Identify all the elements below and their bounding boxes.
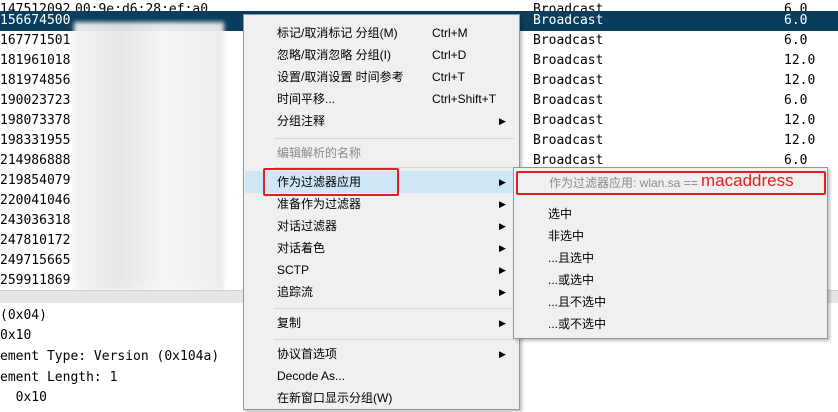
menu-item-label: 对话着色 bbox=[277, 241, 326, 255]
packet-time: 249715665 bbox=[0, 253, 71, 268]
packet-rate: 6.0 bbox=[784, 33, 808, 48]
submenu-item-selected[interactable]: 选中 bbox=[514, 203, 827, 225]
menu-item-protocol-preferences[interactable]: 协议首选项 ▶ bbox=[245, 343, 518, 365]
menu-item-label: 对话过滤器 bbox=[277, 219, 338, 233]
detail-line[interactable]: 0x10 bbox=[0, 388, 47, 408]
packet-rate: 6.0 bbox=[784, 13, 808, 28]
submenu-item-and-selected[interactable]: ...且选中 bbox=[514, 247, 827, 269]
packet-rate: 12.0 bbox=[784, 53, 816, 68]
submenu-item-label: 选中 bbox=[548, 207, 573, 221]
menu-separator bbox=[274, 308, 514, 309]
redacted-region bbox=[74, 22, 224, 290]
menu-item-prepare-as-filter[interactable]: 准备作为过滤器 ▶ bbox=[245, 193, 518, 215]
packet-destination: Broadcast bbox=[533, 73, 604, 88]
packet-time: 259911869 bbox=[0, 273, 71, 288]
packet-time: 214986888 bbox=[0, 153, 71, 168]
packet-destination: Broadcast bbox=[533, 53, 604, 68]
submenu-arrow-icon: ▶ bbox=[499, 287, 506, 297]
annotation-highlight-box bbox=[263, 168, 399, 196]
menu-item-label: Decode As... bbox=[277, 369, 346, 383]
submenu-arrow-icon: ▶ bbox=[499, 243, 506, 253]
packet-rate: 6.0 bbox=[784, 93, 808, 108]
submenu-arrow-icon: ▶ bbox=[499, 221, 506, 231]
menu-item-label: 协议首选项 bbox=[277, 347, 338, 361]
menu-item-follow-stream[interactable]: 追踪流 ▶ bbox=[245, 281, 518, 303]
detail-line[interactable]: ement Length: 1 bbox=[0, 368, 117, 388]
detail-line[interactable]: 0x10 bbox=[0, 326, 31, 346]
menu-item-show-packet-new-window[interactable]: 在新窗口显示分组(W) bbox=[245, 387, 518, 409]
menu-item-copy[interactable]: 复制 ▶ bbox=[245, 312, 518, 334]
detail-line[interactable]: ement Type: Version (0x104a) bbox=[0, 347, 219, 367]
menu-item-label: 追踪流 bbox=[277, 285, 314, 299]
menu-item-edit-resolved-name: 编辑解析的名称 bbox=[245, 142, 518, 164]
packet-time: 198331955 bbox=[0, 133, 71, 148]
menu-item-sctp[interactable]: SCTP ▶ bbox=[245, 259, 518, 281]
detail-line[interactable]: (0x04) bbox=[0, 306, 47, 326]
menu-item-label: 准备作为过滤器 bbox=[277, 197, 362, 211]
submenu-item-label: 非选中 bbox=[548, 229, 585, 243]
menu-item-label: 在新窗口显示分组(W) bbox=[277, 391, 393, 405]
submenu-item-label: ...且选中 bbox=[548, 251, 595, 265]
menu-item-label: 复制 bbox=[277, 316, 302, 330]
menu-item-mark-packet[interactable]: 标记/取消标记 分组(M) Ctrl+M bbox=[245, 22, 518, 44]
submenu-arrow-icon: ▶ bbox=[499, 116, 506, 126]
packet-destination: Broadcast bbox=[533, 113, 604, 128]
apply-as-filter-submenu: 作为过滤器应用: wlan.sa == macaddress 选中 非选中 ..… bbox=[513, 167, 828, 339]
menu-item-label: 忽略/取消忽略 分组(I) bbox=[277, 48, 391, 62]
submenu-item-not-selected[interactable]: 非选中 bbox=[514, 225, 827, 247]
menu-separator bbox=[274, 339, 514, 340]
menu-item-label: 标记/取消标记 分组(M) bbox=[277, 26, 398, 40]
menu-item-conversation-filter[interactable]: 对话过滤器 ▶ bbox=[245, 215, 518, 237]
packet-destination: Broadcast bbox=[533, 33, 604, 48]
submenu-arrow-icon: ▶ bbox=[499, 199, 506, 209]
menu-separator bbox=[274, 138, 514, 139]
menu-item-decode-as[interactable]: Decode As... bbox=[245, 365, 518, 387]
submenu-item-or-selected[interactable]: ...或选中 bbox=[514, 269, 827, 291]
packet-time: 181961018 bbox=[0, 53, 71, 68]
menu-item-time-reference[interactable]: 设置/取消设置 时间参考 Ctrl+T bbox=[245, 66, 518, 88]
menu-item-packet-comment[interactable]: 分组注释 ▶ bbox=[245, 110, 518, 132]
packet-time: 156674500 bbox=[0, 13, 71, 28]
packet-time: 247810172 bbox=[0, 233, 71, 248]
packet-time: 220041046 bbox=[0, 193, 71, 208]
submenu-item-or-not-selected[interactable]: ...或不选中 bbox=[514, 313, 827, 335]
menu-item-colorize-conversation[interactable]: 对话着色 ▶ bbox=[245, 237, 518, 259]
menu-item-shortcut: Ctrl+D bbox=[432, 48, 467, 62]
submenu-arrow-icon: ▶ bbox=[499, 265, 506, 275]
annotation-highlight-box bbox=[516, 171, 826, 195]
packet-destination: Broadcast bbox=[533, 13, 604, 28]
submenu-item-label: ...或不选中 bbox=[548, 317, 607, 331]
menu-item-shortcut: Ctrl+M bbox=[432, 26, 468, 40]
packet-rate: 12.0 bbox=[784, 133, 816, 148]
packet-time: 219854079 bbox=[0, 173, 71, 188]
submenu-item-and-not-selected[interactable]: ...且不选中 bbox=[514, 291, 827, 313]
packet-time: 190023723 bbox=[0, 93, 71, 108]
packet-time: 181974856 bbox=[0, 73, 71, 88]
packet-time: 243036318 bbox=[0, 213, 71, 228]
menu-item-label: 时间平移... bbox=[277, 92, 336, 106]
packet-destination: Broadcast bbox=[533, 93, 604, 108]
menu-item-label: SCTP bbox=[277, 263, 310, 277]
submenu-item-label: ...或选中 bbox=[548, 273, 595, 287]
submenu-item-label: ...且不选中 bbox=[548, 295, 607, 309]
packet-destination: Broadcast bbox=[533, 133, 604, 148]
menu-item-ignore-packet[interactable]: 忽略/取消忽略 分组(I) Ctrl+D bbox=[245, 44, 518, 66]
menu-item-label: 设置/取消设置 时间参考 bbox=[277, 70, 404, 84]
packet-time: 198073378 bbox=[0, 113, 71, 128]
menu-item-label: 编辑解析的名称 bbox=[277, 146, 362, 160]
menu-item-shortcut: Ctrl+Shift+T bbox=[432, 92, 497, 106]
submenu-arrow-icon: ▶ bbox=[499, 177, 506, 187]
submenu-arrow-icon: ▶ bbox=[499, 318, 506, 328]
context-menu: 标记/取消标记 分组(M) Ctrl+M 忽略/取消忽略 分组(I) Ctrl+… bbox=[243, 14, 520, 410]
submenu-arrow-icon: ▶ bbox=[499, 349, 506, 359]
menu-item-shortcut: Ctrl+T bbox=[432, 70, 465, 84]
menu-item-label: 分组注释 bbox=[277, 114, 326, 128]
packet-rate: 12.0 bbox=[784, 73, 816, 88]
menu-item-time-shift[interactable]: 时间平移... Ctrl+Shift+T bbox=[245, 88, 518, 110]
packet-time: 167771501 bbox=[0, 33, 71, 48]
packet-rate: 12.0 bbox=[784, 113, 816, 128]
